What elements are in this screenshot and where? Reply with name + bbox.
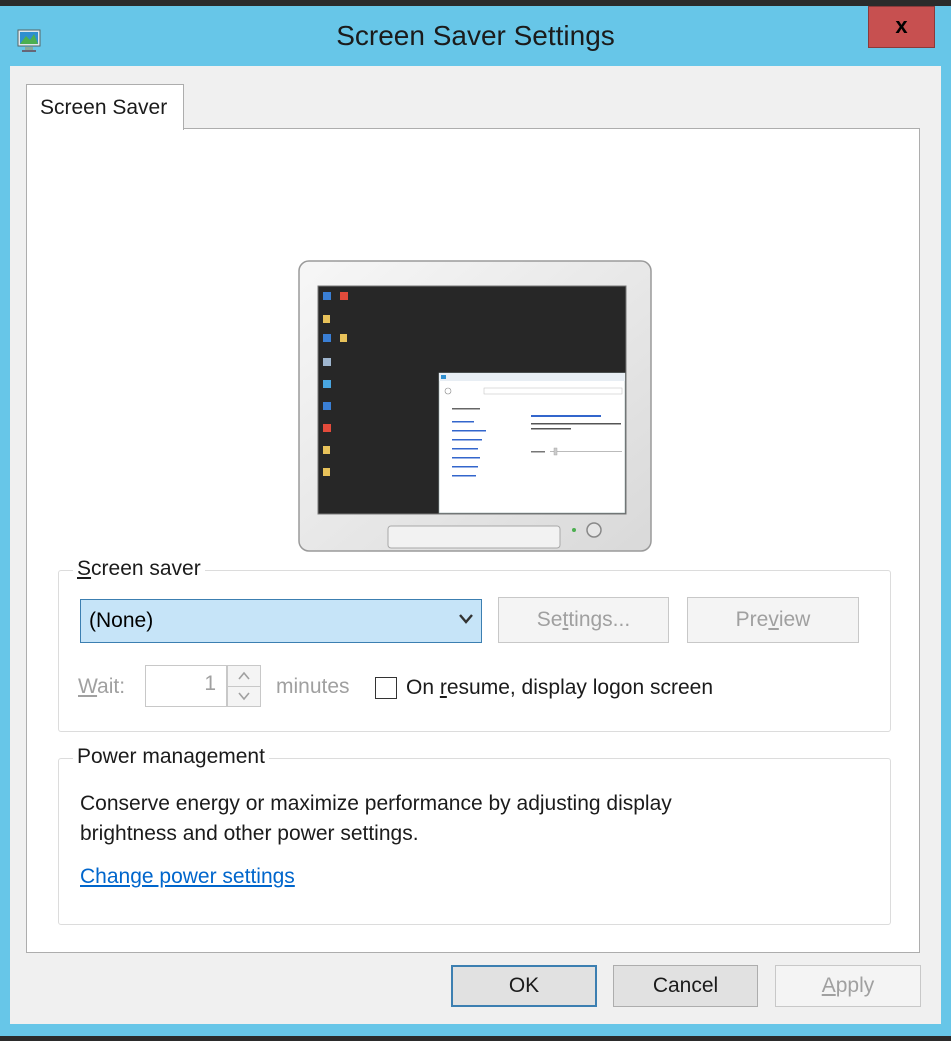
power-description: Conserve energy or maximize performance …: [80, 792, 672, 845]
screen-saver-dropdown-value: (None): [89, 609, 154, 632]
wait-minutes-stepper[interactable]: [227, 665, 261, 707]
screen-saver-tab-panel: Screen saver (None) Settings... Preview …: [26, 128, 920, 953]
ok-button[interactable]: OK: [451, 965, 597, 1007]
power-management-group: Power management Conserve energy or maxi…: [58, 745, 891, 925]
screen-saver-group-label: Screen saver: [73, 557, 205, 581]
logon-on-resume-checkbox[interactable]: [375, 677, 397, 699]
monitor-preview: [298, 260, 652, 552]
window-title: Screen Saver Settings: [336, 20, 615, 51]
wait-minutes-input[interactable]: 1: [145, 665, 227, 707]
change-power-settings-link[interactable]: Change power settings: [80, 865, 295, 889]
apply-button[interactable]: Apply: [775, 965, 921, 1007]
logon-on-resume-label[interactable]: On resume, display logon screen: [406, 676, 713, 700]
power-management-group-label: Power management: [73, 745, 269, 769]
cancel-button[interactable]: Cancel: [613, 965, 758, 1007]
title-bar[interactable]: Screen Saver Settings x: [0, 6, 951, 68]
tab-screen-saver[interactable]: Screen Saver: [26, 84, 184, 130]
wait-label: Wait:: [78, 675, 126, 698]
screen-saver-group: Screen saver (None) Settings... Preview …: [58, 557, 891, 732]
close-button[interactable]: x: [868, 6, 935, 48]
stepper-down-button[interactable]: [228, 686, 260, 706]
chevron-up-icon: [238, 671, 250, 680]
settings-button[interactable]: Settings...: [498, 597, 669, 643]
stepper-up-button[interactable]: [228, 666, 260, 687]
chevron-down-icon: [459, 614, 473, 624]
mini-control-panel-window: [438, 372, 626, 514]
dialog-client-area: Screen Saver Screen saver (None) Setting…: [10, 66, 941, 1024]
preview-button[interactable]: Preview: [687, 597, 859, 643]
minutes-label: minutes: [276, 675, 350, 698]
screen-saver-dialog: Screen Saver Settings x Screen Saver Scr…: [0, 6, 951, 1036]
screen-saver-dropdown[interactable]: (None): [80, 599, 482, 643]
chevron-down-icon: [238, 692, 250, 701]
